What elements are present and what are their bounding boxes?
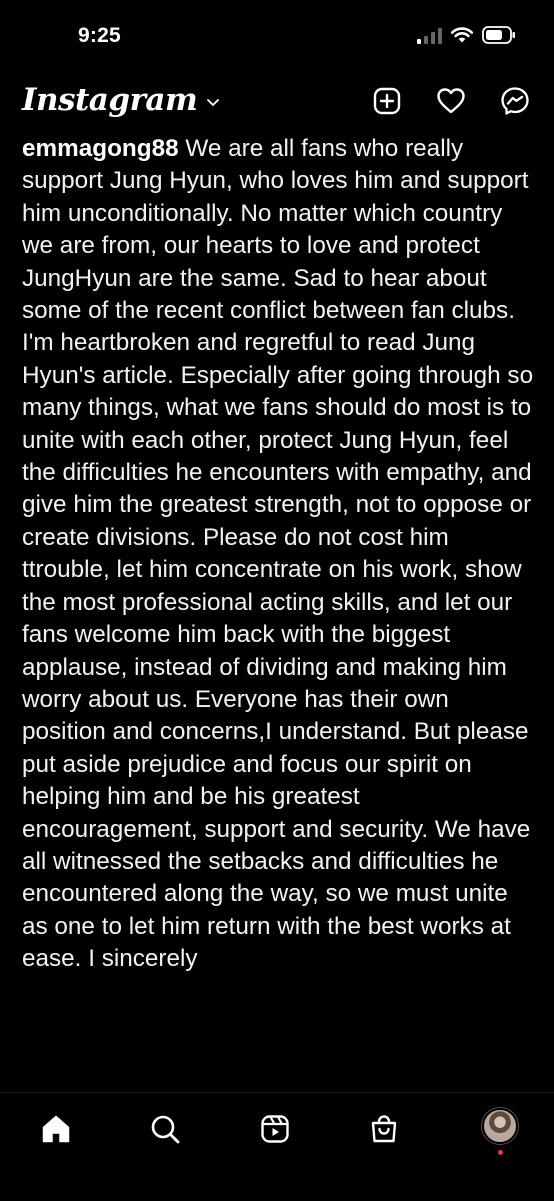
new-post-icon[interactable] (370, 84, 404, 118)
post-caption: emmagong88 We are all fans who really su… (22, 133, 534, 1091)
profile-tab[interactable] (482, 1108, 518, 1155)
home-icon[interactable] (38, 1111, 74, 1147)
cellular-signal-icon (417, 27, 442, 44)
wifi-icon (450, 26, 474, 44)
search-icon[interactable] (147, 1111, 183, 1147)
battery-icon (482, 26, 516, 44)
bottom-navigation (0, 1092, 554, 1201)
instagram-logo: Instagram (22, 82, 198, 118)
chevron-down-icon (207, 94, 220, 112)
header-actions (370, 84, 532, 118)
shop-icon[interactable] (366, 1111, 402, 1147)
heart-icon[interactable] (434, 84, 468, 118)
status-bar: 9:25 (0, 0, 554, 74)
app-header: Instagram (0, 74, 554, 132)
reels-icon[interactable] (257, 1111, 293, 1147)
status-icons (417, 26, 516, 44)
profile-avatar (482, 1108, 518, 1144)
messenger-icon[interactable] (498, 84, 532, 118)
notification-dot (498, 1150, 503, 1155)
status-time: 9:25 (78, 24, 121, 47)
caption-text: We are all fans who really support Jung … (22, 135, 534, 973)
account-switcher[interactable]: Instagram (22, 82, 220, 118)
post-username[interactable]: emmagong88 (22, 135, 179, 162)
